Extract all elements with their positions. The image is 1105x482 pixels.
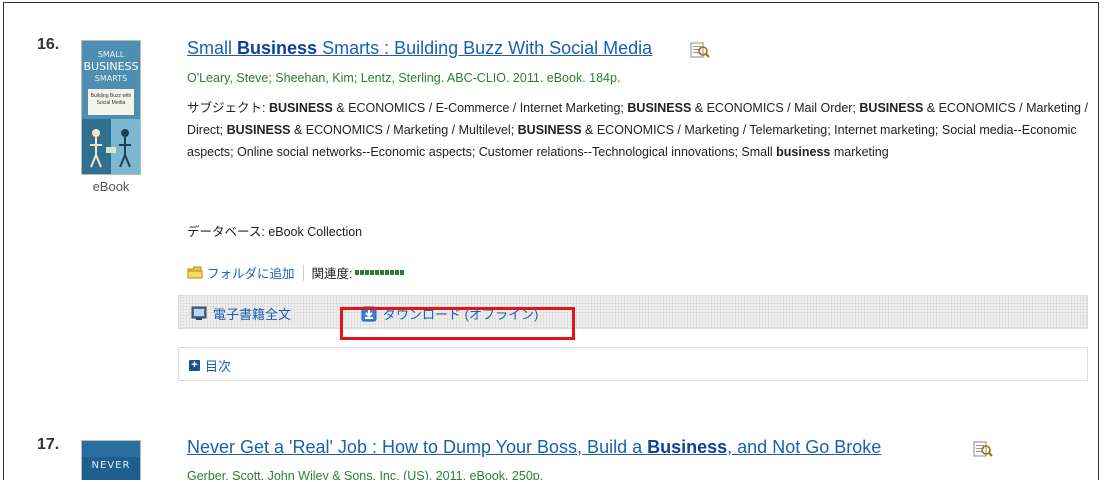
- title-text: , and Not Go Broke: [727, 437, 882, 457]
- title-text: Never Get a 'Real' Job : How to Dump You…: [187, 437, 648, 457]
- result-authors: Gerber, Scott. John Wiley & Sons, Inc. (…: [187, 469, 544, 480]
- cover-title-line: NEVER: [91, 460, 131, 471]
- pdf-preview-icon[interactable]: [973, 441, 993, 457]
- title-highlight: Business: [647, 437, 728, 457]
- result-item: 17. NEVER Never Get a 'Real' Job : How t…: [4, 3, 1098, 480]
- results-frame: 16. SMALL BUSINESS SMARTS Building Buzz …: [3, 2, 1099, 480]
- result-number: 17.: [37, 436, 60, 453]
- book-cover-image[interactable]: NEVER: [81, 440, 141, 480]
- result-title-link[interactable]: Never Get a 'Real' Job : How to Dump You…: [187, 437, 881, 458]
